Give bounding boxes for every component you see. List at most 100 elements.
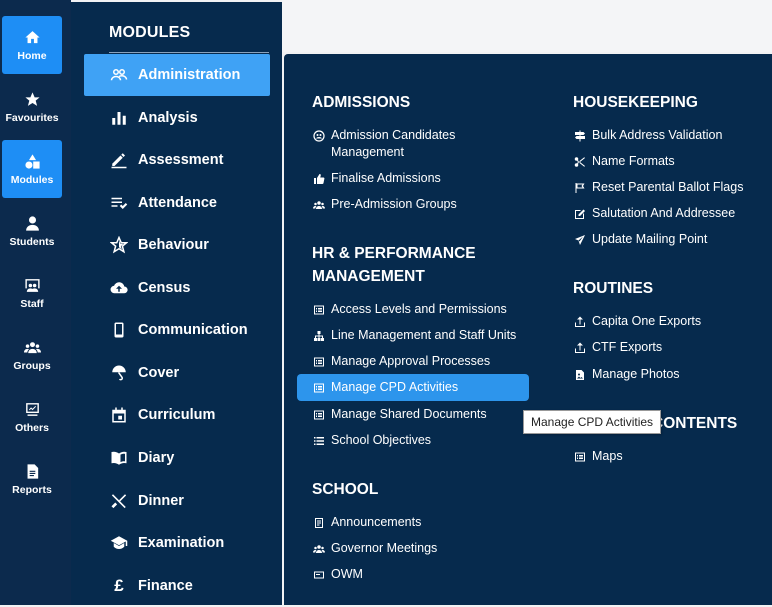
link-label: OWM [331, 567, 363, 581]
link-label: Manage Shared Documents [331, 407, 487, 421]
export-icon [573, 315, 586, 328]
link-label: Reset Parental Ballot Flags [592, 180, 744, 194]
link-pre-admission-groups[interactable]: Pre-Admission Groups [312, 196, 457, 213]
link-label: Manage CPD Activities [331, 380, 459, 394]
link-line-management-staff-units[interactable]: Line Management and Staff Units [312, 327, 516, 344]
link-admission-candidates-management[interactable]: Admission Candidates Management [312, 127, 492, 161]
link-reset-parental-ballot-flags[interactable]: Reset Parental Ballot Flags [573, 179, 743, 196]
rail-item-label: Staff [20, 298, 44, 310]
signpost-icon [573, 129, 586, 142]
link-label: Line Management and Staff Units [331, 328, 517, 342]
link-maps[interactable]: Maps [573, 448, 623, 465]
link-label: Admission Candidates Management [331, 128, 456, 159]
link-ctf-exports[interactable]: CTF Exports [573, 339, 662, 356]
rail-item-label: Others [15, 422, 49, 434]
list-icon [573, 450, 586, 463]
link-label: Salutation And Addressee [592, 206, 736, 220]
home-icon [23, 28, 41, 46]
module-item-label: Finance [138, 578, 193, 594]
list-icon [312, 303, 325, 316]
pencil-icon [109, 151, 129, 169]
link-access-levels-permissions[interactable]: Access Levels and Permissions [312, 301, 507, 318]
module-item-analysis[interactable]: Analysis [84, 97, 270, 139]
star-icon [23, 90, 41, 108]
calendar-icon [109, 406, 129, 424]
link-label: School Objectives [331, 433, 432, 447]
rail-item-favourites[interactable]: Favourites [2, 78, 62, 136]
rail-item-others[interactable]: Others [2, 388, 62, 446]
rail-item-reports[interactable]: Reports [2, 450, 62, 508]
graduation-cap-icon [109, 534, 129, 552]
module-item-label: Analysis [138, 110, 198, 126]
rail-item-label: Groups [13, 360, 51, 372]
list-icon [312, 355, 325, 368]
module-item-attendance[interactable]: Attendance [84, 182, 270, 224]
link-school-objectives[interactable]: School Objectives [312, 432, 431, 449]
link-update-mailing-point[interactable]: Update Mailing Point [573, 231, 707, 248]
module-item-curriculum[interactable]: Curriculum [84, 394, 270, 436]
staff-board-icon [23, 276, 41, 294]
link-manage-shared-documents[interactable]: Manage Shared Documents [312, 406, 487, 423]
rail-item-staff[interactable]: Staff [2, 264, 62, 322]
module-item-label: Administration [138, 67, 241, 83]
module-item-dinner[interactable]: Dinner [84, 480, 270, 522]
thumbs-up-icon [312, 172, 325, 185]
link-label: Pre-Admission Groups [331, 197, 457, 211]
module-item-behaviour[interactable]: Behaviour [84, 224, 270, 266]
link-label: Capita One Exports [592, 314, 702, 328]
photo-file-icon [573, 368, 586, 381]
list-check-icon [109, 194, 129, 212]
module-item-census[interactable]: Census [84, 267, 270, 309]
link-manage-approval-processes[interactable]: Manage Approval Processes [312, 353, 490, 370]
module-item-cover[interactable]: Cover [84, 352, 270, 394]
candidates-icon [312, 129, 325, 142]
rail-item-label: Students [9, 236, 55, 248]
link-label: Finalise Admissions [331, 171, 441, 185]
link-capita-one-exports[interactable]: Capita One Exports [573, 313, 701, 330]
link-manage-cpd-activities[interactable]: Manage CPD Activities [297, 374, 529, 401]
module-item-communication[interactable]: Communication [84, 309, 270, 351]
module-item-label: Examination [138, 535, 225, 551]
link-announcements[interactable]: Announcements [312, 514, 421, 531]
rail-item-groups[interactable]: Groups [2, 326, 62, 384]
link-label: Governor Meetings [331, 541, 438, 555]
module-item-diary[interactable]: Diary [84, 437, 270, 479]
rail-item-students[interactable]: Students [2, 202, 62, 260]
section-title-hr-performance: HR & PERFORMANCE MANAGEMENT [312, 242, 476, 288]
rail-item-modules[interactable]: Modules [2, 140, 62, 198]
link-label: Update Mailing Point [592, 232, 708, 246]
module-item-assessment[interactable]: Assessment [84, 139, 270, 181]
rail-item-home[interactable]: Home [2, 16, 62, 74]
module-item-finance[interactable]: £ Finance [84, 565, 270, 607]
link-governor-meetings[interactable]: Governor Meetings [312, 540, 437, 557]
people-icon [109, 66, 129, 84]
module-item-label: Diary [138, 450, 175, 466]
section-title-housekeeping: HOUSEKEEPING [573, 94, 698, 111]
module-item-administration[interactable]: Administration [84, 54, 270, 96]
scissors-icon [573, 155, 586, 168]
group-icon [312, 542, 325, 555]
card-icon [312, 568, 325, 581]
rail-item-label: Reports [12, 484, 52, 496]
link-bulk-address-validation[interactable]: Bulk Address Validation [573, 127, 722, 144]
link-label: Manage Approval Processes [331, 354, 491, 368]
section-title-line: MANAGEMENT [312, 268, 425, 285]
link-label: CTF Exports [592, 340, 663, 354]
link-name-formats[interactable]: Name Formats [573, 153, 675, 170]
book-open-icon [109, 449, 129, 467]
umbrella-icon [109, 364, 129, 382]
link-salutation-and-addressee[interactable]: Salutation And Addressee [573, 205, 735, 222]
modules-menu: MODULES Administration Analysis Assessme… [71, 2, 282, 605]
link-label: Name Formats [592, 154, 675, 168]
link-label: Access Levels and Permissions [331, 302, 507, 316]
navigation-rail: Home Favourites Modules Students Staff G… [0, 0, 71, 605]
link-finalise-admissions[interactable]: Finalise Admissions [312, 170, 441, 187]
group-icon [312, 198, 325, 211]
link-owm[interactable]: OWM [312, 566, 363, 583]
link-manage-photos[interactable]: Manage Photos [573, 366, 680, 383]
star-outline-icon [109, 236, 129, 254]
section-title-contents: CONTENTS [652, 415, 738, 432]
module-item-examination[interactable]: Examination [84, 522, 270, 564]
tooltip: Manage CPD Activities [523, 410, 662, 434]
announcement-icon [312, 516, 325, 529]
